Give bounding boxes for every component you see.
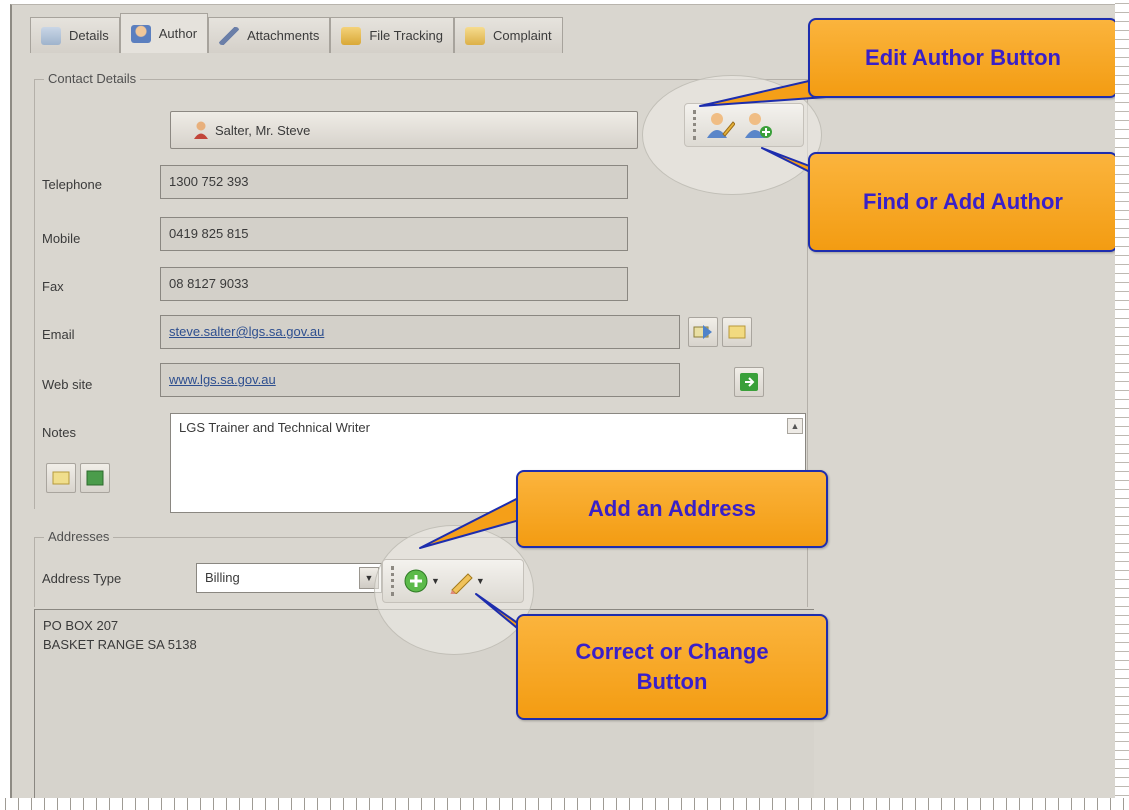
callout-add-address: Add an Address bbox=[516, 470, 828, 548]
callout-find-add-author: Find or Add Author bbox=[808, 152, 1118, 252]
callout-text: Add an Address bbox=[588, 496, 756, 521]
callout-text: Find or Add Author bbox=[863, 189, 1063, 214]
callout-edit-author: Edit Author Button bbox=[808, 18, 1118, 98]
callout-text: Correct or Change Button bbox=[575, 639, 769, 694]
callout-text: Edit Author Button bbox=[865, 45, 1061, 70]
torn-edge-right bbox=[1115, 0, 1129, 810]
torn-edge-bottom bbox=[0, 798, 1129, 810]
callout-correct-change: Correct or Change Button bbox=[516, 614, 828, 720]
